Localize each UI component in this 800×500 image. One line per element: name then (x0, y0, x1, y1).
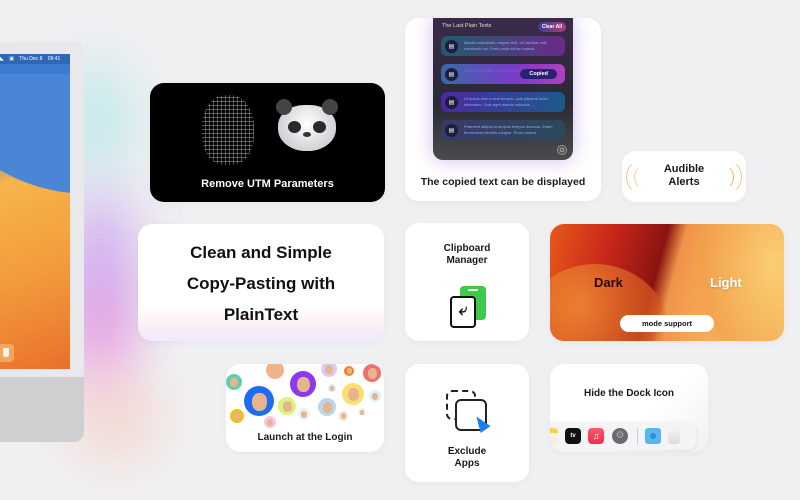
trash-icon (0, 344, 14, 362)
clip-item[interactable]: ▤ Praesent aliquet urna quis tempus rhon… (441, 120, 565, 140)
card-title: Clipboard Manager (405, 243, 529, 267)
memoji-avatar (369, 390, 381, 402)
title-line-2: Alerts (668, 176, 700, 188)
feature-card-copied-text: The Last Plain Texts Clear All ▤ Mauris … (405, 18, 601, 201)
clipboard-paste-icon: ⤶ (450, 296, 476, 328)
memoji-avatar (342, 383, 364, 405)
memoji-avatar (264, 416, 276, 428)
trash-icon[interactable] (668, 428, 680, 444)
monitor-chin (0, 377, 84, 442)
memoji-avatar (328, 384, 336, 392)
feature-card-clipboard-manager: Clipboard Manager ⤶ (405, 223, 529, 341)
download-arrow-icon (650, 433, 656, 439)
dock-separator (637, 428, 638, 445)
system-settings-icon[interactable]: ⚙ (612, 428, 628, 444)
memoji-avatar (278, 397, 296, 415)
music-icon[interactable]: ♫ (588, 428, 604, 444)
memoji-avatar (363, 364, 381, 382)
menubar-date: Thu Dec 8 (19, 56, 43, 62)
memoji-avatar (344, 366, 354, 376)
memoji-avatar (358, 408, 366, 416)
memoji-avatar (338, 411, 348, 421)
card-title: Audible Alerts (622, 163, 746, 189)
feature-card-remove-utm: Remove UTM Parameters (150, 83, 385, 202)
dark-mode-label: Dark (594, 275, 623, 290)
clipboard-history-panel: The Last Plain Texts Clear All ▤ Mauris … (433, 18, 573, 160)
title-line-2: Manager (446, 255, 488, 266)
monitor-illustration: ◣ ▣ Thu Dec 8 09:41 (0, 42, 84, 442)
dock-bar: tv ♫ ⚙ (550, 422, 696, 450)
memoji-avatar (318, 398, 336, 416)
clip-item[interactable]: ▤ Nunc elementum velit. Integer mauris .… (441, 64, 565, 84)
document-icon: ▤ (445, 39, 458, 53)
memoji-avatar (244, 386, 274, 416)
clip-item[interactable]: ▤ Mauris sollicitudin magna velit, vel f… (441, 36, 565, 56)
document-icon: ▤ (445, 67, 458, 81)
memoji-avatar (266, 364, 284, 379)
title-line-1: Audible (663, 163, 705, 175)
memoji-avatar (226, 374, 242, 390)
notes-icon[interactable] (550, 428, 558, 444)
title-line-1: Exclude (447, 446, 487, 457)
card-title: Launch at the Login (257, 432, 353, 443)
feature-card-headline: Clean and Simple Copy-Pasting with Plain… (138, 224, 384, 341)
document-icon: ▤ (445, 123, 458, 137)
wireframe-face-icon (202, 95, 254, 165)
light-mode-label: Light (710, 275, 742, 290)
memoji-avatar (298, 408, 310, 420)
feature-card-launch-at-login: Launch at the Login (226, 364, 384, 452)
downloads-folder-icon[interactable] (645, 428, 661, 444)
headline-line-2: Copy-Pasting with (186, 274, 336, 293)
feature-card-dark-light-mode: Dark Light mode support (550, 224, 784, 341)
panel-header: The Last Plain Texts (442, 23, 492, 29)
monitor-screen: ◣ ▣ Thu Dec 8 09:41 (0, 54, 70, 369)
card-title: Exclude Apps (405, 446, 529, 470)
headline-line-1: Clean and Simple (190, 243, 332, 262)
feature-card-hide-dock-icon: Hide the Dock Icon tv ♫ ⚙ (550, 364, 708, 452)
card-title: Remove UTM Parameters (201, 178, 334, 190)
title-line-1: Clipboard (443, 243, 491, 254)
settings-icon[interactable] (557, 145, 567, 155)
apple-tv-icon[interactable]: tv (565, 428, 581, 444)
menubar-time: 09:41 (47, 56, 61, 62)
feature-card-exclude-apps: Exclude Apps (405, 364, 529, 482)
wallpaper-wave (0, 74, 70, 194)
mode-support-pill: mode support (620, 315, 714, 332)
menubar-clipboard-icon: ▣ (9, 56, 14, 62)
memoji-avatar (290, 371, 316, 397)
memoji-avatar (321, 364, 337, 377)
clip-text: Ut luctus erat in erat tempor, quis plac… (464, 96, 549, 107)
clear-all-button[interactable]: Clear All (537, 22, 566, 32)
card-title: Hide the Dock Icon (583, 388, 674, 399)
clip-text: Mauris sollicitudin magna velit, vel fac… (464, 40, 547, 51)
copied-badge: Copied (520, 69, 557, 79)
menubar-icon: ◣ (0, 56, 4, 62)
document-icon: ▤ (445, 95, 458, 109)
panda-memoji-icon (276, 99, 338, 151)
card-title: The copied text can be displayed (420, 176, 586, 188)
title-line-2: Apps (454, 458, 480, 469)
memoji-avatar (230, 409, 244, 423)
menu-bar: ◣ ▣ Thu Dec 8 09:41 (0, 54, 70, 64)
clip-text: Praesent aliquet urna quis tempus rhoncu… (464, 124, 553, 135)
clip-item[interactable]: ▤ Ut luctus erat in erat tempor, quis pl… (441, 92, 565, 112)
headline-line-3: PlainText (223, 305, 299, 324)
feature-card-audible-alerts: Audible Alerts (622, 151, 746, 202)
